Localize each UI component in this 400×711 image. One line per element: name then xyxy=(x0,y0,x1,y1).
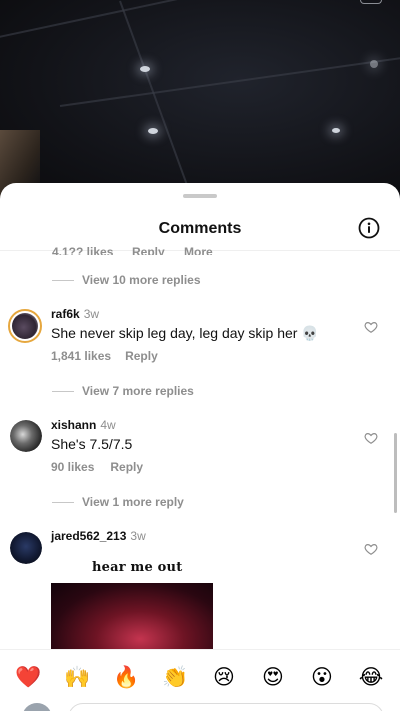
menu-icon[interactable] xyxy=(360,0,382,4)
ceiling-light xyxy=(140,66,150,72)
current-user-avatar xyxy=(22,703,52,711)
surprised-emoji-button[interactable]: 😮 xyxy=(309,664,335,690)
ceiling-beam xyxy=(59,54,400,107)
crying-emoji-button[interactable]: 😢 xyxy=(211,664,237,690)
username[interactable]: jared562_213 xyxy=(51,529,126,543)
comment-username[interactable]: xishann 4w xyxy=(51,418,116,432)
likes-count[interactable]: 1,841 likes xyxy=(51,349,111,363)
view-replies-label: View 7 more replies xyxy=(82,384,194,398)
username[interactable]: xishann xyxy=(51,418,96,432)
view-replies-label: View 10 more replies xyxy=(82,273,201,287)
reply-line xyxy=(52,501,74,503)
view-replies-button[interactable]: View 10 more replies xyxy=(52,273,201,287)
ceiling-beam xyxy=(0,0,235,42)
avatar[interactable] xyxy=(10,532,42,564)
laughing-emoji-button[interactable]: 😂 xyxy=(358,664,384,690)
raised-hands-emoji-button[interactable]: 🙌 xyxy=(64,664,90,690)
likes-count[interactable]: 90 likes xyxy=(51,460,94,474)
reply-line xyxy=(52,390,74,392)
comment-username[interactable]: raf6k 3w xyxy=(51,307,99,321)
heart-icon[interactable] xyxy=(364,320,378,334)
reply-button[interactable]: Reply xyxy=(110,460,143,474)
clap-emoji-button[interactable]: 👏 xyxy=(162,664,188,690)
comments-sheet: Comments 4,1?? likes Reply More View 10 … xyxy=(0,183,400,711)
comment-input-row xyxy=(0,703,400,711)
comment-text: She's 7.5/7.5 xyxy=(51,436,133,452)
comment-input[interactable] xyxy=(68,703,384,711)
gif-image[interactable] xyxy=(51,583,213,653)
info-circle-icon[interactable] xyxy=(358,217,380,239)
ceiling-light xyxy=(370,60,378,68)
more-button[interactable]: More xyxy=(184,245,213,255)
heart-eyes-emoji-button[interactable]: 😍 xyxy=(260,664,286,690)
fire-emoji-button[interactable]: 🔥 xyxy=(113,664,139,690)
drag-handle[interactable] xyxy=(183,194,217,198)
comment-time: 3w xyxy=(83,307,100,321)
likes-count[interactable]: 4,1?? likes xyxy=(52,245,113,255)
avatar[interactable] xyxy=(8,309,42,343)
heart-icon[interactable] xyxy=(364,431,378,445)
reply-button[interactable]: Reply xyxy=(125,349,158,363)
comment-time: 3w xyxy=(130,529,146,543)
comment-username[interactable]: jared562_213 3w xyxy=(51,529,146,543)
ceiling-light xyxy=(332,128,340,133)
reply-button[interactable]: Reply xyxy=(132,245,165,255)
comment-meta: 1,841 likes Reply xyxy=(51,349,158,363)
heart-icon[interactable] xyxy=(364,542,378,556)
page-title: Comments xyxy=(158,220,242,237)
gif-caption: hear me out xyxy=(92,560,183,575)
ceiling-beam xyxy=(119,0,197,200)
view-replies-label: View 1 more reply xyxy=(82,495,184,509)
sheet-header: Comments xyxy=(0,211,400,247)
username[interactable]: raf6k xyxy=(51,307,80,321)
comment-meta: 90 likes Reply xyxy=(51,460,143,474)
heart-emoji-button[interactable]: ❤️ xyxy=(15,664,41,690)
reply-line xyxy=(52,279,74,281)
comment-text: She never skip leg day, leg day skip her… xyxy=(51,325,319,341)
view-replies-button[interactable]: View 1 more reply xyxy=(52,495,184,509)
emoji-reaction-bar: ❤️ 🙌 🔥 👏 😢 😍 😮 😂 xyxy=(0,649,400,711)
video-background xyxy=(0,0,400,200)
ceiling-light xyxy=(148,128,158,134)
scrollbar[interactable] xyxy=(394,433,397,513)
comment-time: 4w xyxy=(100,418,116,432)
avatar[interactable] xyxy=(10,420,42,452)
view-replies-button[interactable]: View 7 more replies xyxy=(52,384,194,398)
partial-comment-meta: 4,1?? likes Reply More xyxy=(52,243,252,255)
